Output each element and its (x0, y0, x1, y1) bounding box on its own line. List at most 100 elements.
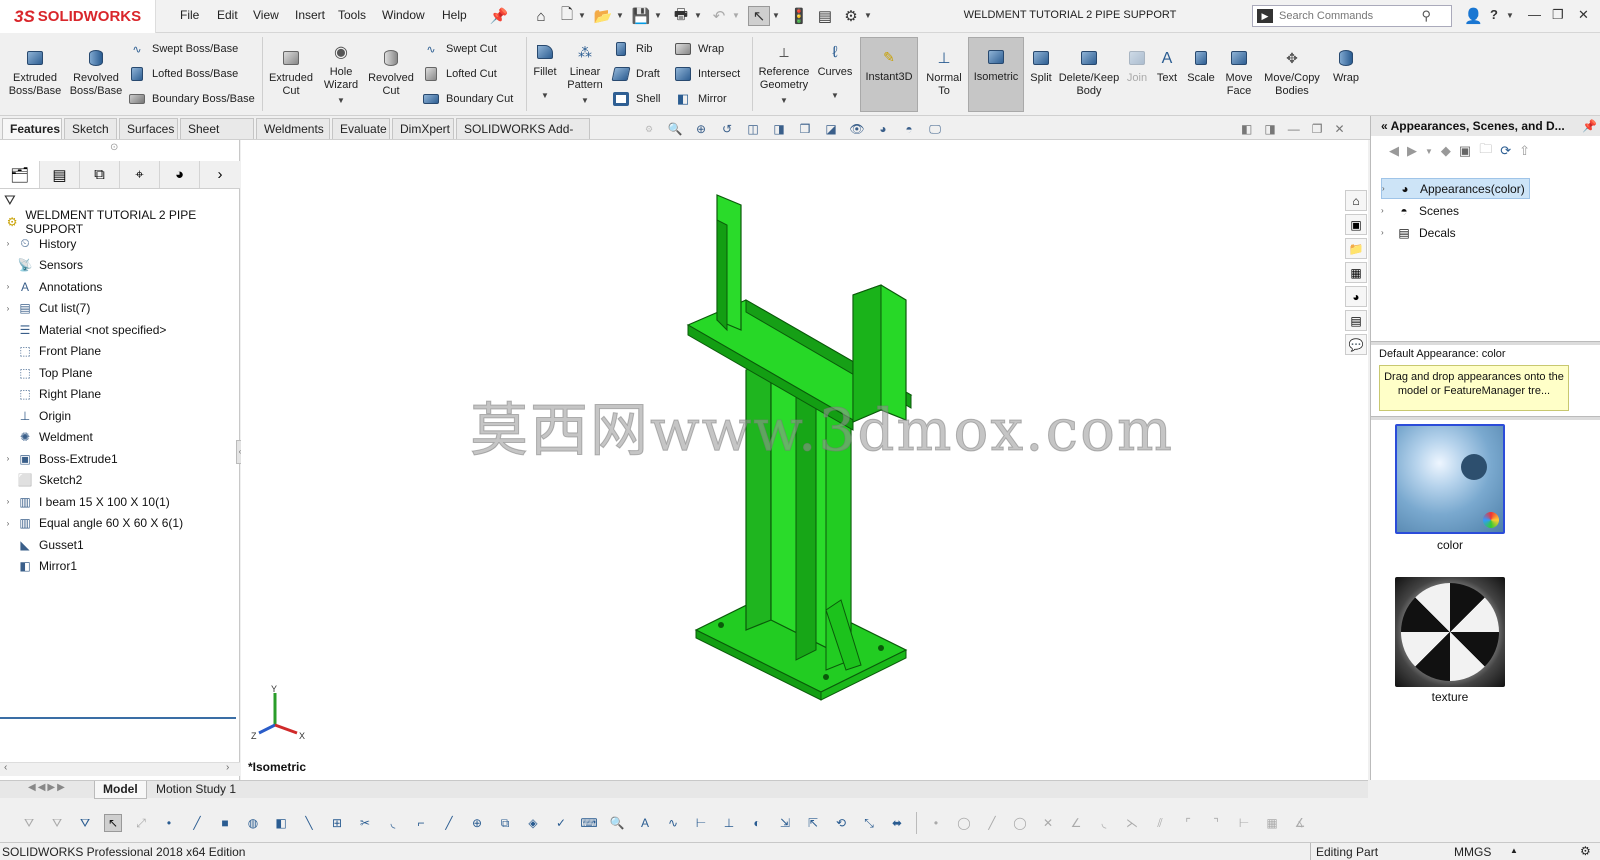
revolved-boss-button[interactable]: Revolved Boss/Base (66, 47, 126, 98)
file-properties-icon[interactable]: ▤ (814, 6, 836, 26)
feature-tree-root[interactable]: ⚙ WELDMENT TUTORIAL 2 PIPE SUPPORT (0, 208, 236, 236)
extend-ghost-icon[interactable]: ⋋ (1123, 814, 1141, 832)
offset-ghost-icon[interactable]: ⫽ (1151, 814, 1169, 832)
tab-model[interactable]: Model (94, 781, 147, 799)
spline-icon[interactable]: ∿ (664, 814, 682, 832)
linear-pattern-button[interactable]: ⁂ Linear Pattern ▼ (564, 41, 606, 107)
sketch-line-icon[interactable]: ╲ (300, 814, 318, 832)
reference-geometry-button[interactable]: ⟂ Reference Geometry ▼ (756, 41, 812, 107)
scale-button[interactable]: Scale (1184, 47, 1218, 85)
extruded-boss-small-icon[interactable]: ■ (216, 814, 234, 832)
shaded-sketch-icon[interactable]: ◐ (748, 814, 766, 832)
copy-entities-icon[interactable]: ⇱ (804, 814, 822, 832)
line-icon[interactable]: ╱ (440, 814, 458, 832)
structural-member-icon[interactable]: ⊞ (328, 814, 346, 832)
panel-grip-icon[interactable]: ⊙ (110, 142, 118, 153)
box-icon[interactable]: ◧ (272, 814, 290, 832)
arc-ghost-icon[interactable]: ◟ (1095, 814, 1113, 832)
open-dropdown-icon[interactable]: ▼ (616, 11, 624, 20)
tab-weldments[interactable]: Weldments (256, 118, 330, 139)
curves-dropdown-icon[interactable]: ▼ (831, 89, 839, 102)
linear-pattern-dropdown-icon[interactable]: ▼ (581, 94, 589, 107)
save-dropdown-icon[interactable]: ▼ (654, 11, 662, 20)
select-tool-icon[interactable]: ↖ (104, 814, 122, 832)
user-account-icon[interactable]: 👤 (1464, 7, 1483, 25)
tab-surfaces[interactable]: Surfaces (119, 118, 178, 139)
decals-folder[interactable]: › ▤ Decals (1381, 222, 1456, 243)
wrap-direct-button[interactable]: Wrap (1328, 47, 1364, 85)
grid-ghost-icon[interactable]: ▦ (1263, 814, 1281, 832)
expand-arrow-icon[interactable]: › (0, 239, 16, 248)
appearances-scenes-icon[interactable]: ◕ (1345, 286, 1367, 307)
menu-edit[interactable]: Edit (217, 8, 238, 22)
hide-show-items-icon[interactable]: 👁 (848, 121, 866, 137)
expand-arrow-icon[interactable]: › (0, 497, 16, 506)
tree-item[interactable]: ⬚ Right Plane (0, 384, 236, 405)
trim-icon[interactable]: ✂ (356, 814, 374, 832)
circle-ghost-icon[interactable]: ◯ (955, 814, 973, 832)
tab-solidworks-add-ins[interactable]: SOLIDWORKS Add-Ins (456, 118, 590, 156)
print-dropdown-icon[interactable]: ▼ (694, 11, 702, 20)
solidworks-resources-icon[interactable]: ⌂ (1345, 190, 1367, 211)
instant3d-button[interactable]: ✎ Instant3D (860, 37, 918, 112)
refresh-icon[interactable]: ⟳ (1500, 143, 1511, 159)
centerline-icon[interactable]: ╱ (188, 814, 206, 832)
units-dropdown-icon[interactable]: ▲ (1510, 846, 1518, 855)
section-view-icon[interactable]: ◫ (744, 121, 762, 137)
expand-panel-chevron-icon[interactable]: › (200, 161, 240, 188)
filter-vertices-icon[interactable]: ⛛ (20, 814, 38, 832)
tree-item[interactable]: › ▤ Cut list(7) (0, 298, 236, 319)
apply-scene-icon[interactable]: ◓ (900, 121, 918, 137)
home-icon[interactable]: ⌂ (530, 6, 552, 26)
view-palette-icon[interactable]: ▦ (1345, 262, 1367, 283)
view-orientation-icon[interactable]: ❒ (796, 121, 814, 137)
text-button[interactable]: A Text (1154, 47, 1180, 85)
scale-entities-icon[interactable]: ⤡ (860, 814, 878, 832)
tree-item[interactable]: ⬚ Front Plane (0, 341, 236, 362)
menu-insert[interactable]: Insert (295, 8, 325, 22)
save-icon[interactable]: 💾 (630, 6, 652, 26)
trim-ghost-icon[interactable]: ✕ (1039, 814, 1057, 832)
expand-arrow-icon[interactable]: › (0, 454, 16, 463)
new-folder-icon[interactable]: 🗀 (1479, 140, 1492, 162)
menu-tools[interactable]: Tools (338, 8, 366, 22)
tab-motion-study-1[interactable]: Motion Study 1 (148, 781, 244, 799)
pin-pane-icon[interactable]: 📌 (1582, 116, 1597, 136)
swept-boss-button[interactable]: ∿ Swept Boss/Base (128, 38, 238, 60)
search-commands-field[interactable]: ▶ Search Commands ⚲ (1252, 5, 1452, 27)
rebuild-icon[interactable]: 🚦 (788, 6, 810, 26)
lofted-boss-button[interactable]: Lofted Boss/Base (128, 63, 238, 85)
viewport-close-icon[interactable]: ✕ (1334, 122, 1344, 136)
view-pin-icon[interactable]: ⚙ (640, 121, 658, 137)
isometric-button[interactable]: Isometric (968, 37, 1024, 112)
tile-left-icon[interactable]: ◧ (1241, 122, 1252, 136)
display-manager-tab-icon[interactable]: ◕ (160, 161, 200, 188)
configuration-manager-tab-icon[interactable]: ⧉ (80, 161, 120, 188)
normal-to-button[interactable]: ⊥ Normal To (922, 47, 966, 98)
magnifier-icon[interactable]: 🔍 (608, 814, 626, 832)
new-document-icon[interactable]: 🗋 (556, 6, 578, 26)
relation-icon[interactable]: ⊥ (720, 814, 738, 832)
texture-appearance-swatch[interactable] (1395, 577, 1505, 687)
draft-button[interactable]: Draft (611, 63, 660, 85)
corner-ghost-icon[interactable]: ⌜ (1179, 814, 1197, 832)
minimize-window-icon[interactable]: — (1528, 7, 1541, 22)
tree-item[interactable]: ☰ Material <not specified> (0, 319, 236, 340)
undo-icon[interactable]: ↶ (708, 6, 730, 26)
split-button[interactable]: Split (1026, 47, 1056, 85)
new-dropdown-icon[interactable]: ▼ (578, 11, 586, 20)
viewport-restore-icon[interactable]: ❐ (1312, 122, 1323, 136)
boundary-boss-button[interactable]: Boundary Boss/Base (128, 88, 255, 110)
angle-ghost-icon[interactable]: ∠ (1067, 814, 1085, 832)
history-dropdown-icon[interactable]: ▼ (1425, 147, 1433, 156)
menu-help[interactable]: Help (442, 8, 467, 22)
tab-evaluate[interactable]: Evaluate (332, 118, 390, 139)
select-other-icon[interactable]: ⤢ (132, 814, 150, 832)
previous-view-icon[interactable]: ↺ (718, 121, 736, 137)
move-entities-icon[interactable]: ⇲ (776, 814, 794, 832)
dynamic-annotation-icon[interactable]: ◨ (770, 121, 788, 137)
zoom-to-area-icon[interactable]: ⊕ (692, 121, 710, 137)
library-icon[interactable]: ▣ (1459, 143, 1471, 159)
pin-icon[interactable]: 📌 (488, 6, 510, 26)
tile-right-icon[interactable]: ◨ (1264, 122, 1275, 136)
